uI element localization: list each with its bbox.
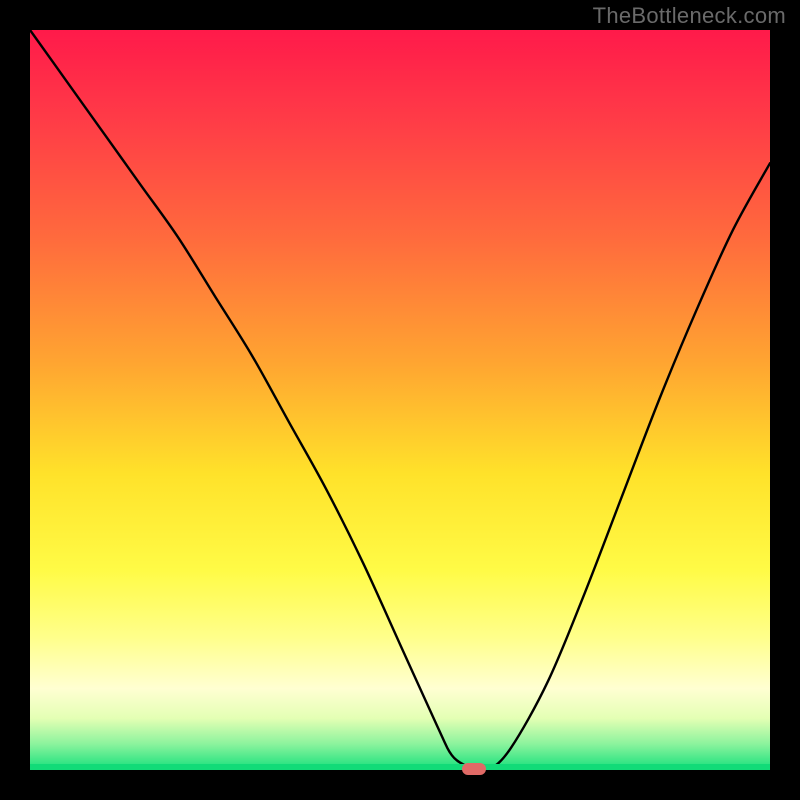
vertex-marker: [462, 763, 486, 775]
axis-band: [30, 764, 770, 770]
chart-frame: TheBottleneck.com: [0, 0, 800, 800]
chart-svg: [0, 0, 800, 800]
watermark-text: TheBottleneck.com: [593, 3, 786, 29]
